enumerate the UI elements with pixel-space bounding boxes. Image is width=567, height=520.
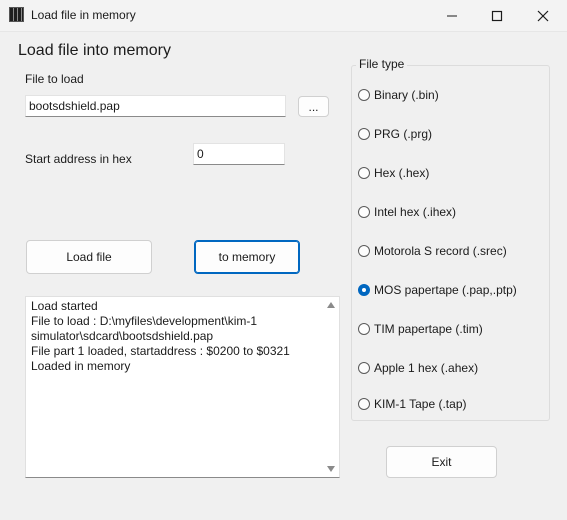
radio-button[interactable] [358,89,370,101]
window-title: Load file in memory [31,8,136,22]
exit-button-label: Exit [431,455,452,469]
radio-button[interactable] [358,206,370,218]
file-type-label: File type [356,57,408,71]
maximize-button[interactable] [474,0,520,31]
minimize-icon [447,15,457,16]
radio-button[interactable] [358,362,370,374]
log-line: File to load : D:\myfiles\development\ki… [31,314,258,328]
start-address-label: Start address in hex [25,152,132,166]
file-path-input[interactable] [25,95,286,117]
scroll-down-icon[interactable] [327,466,335,472]
load-file-button-label: Load file [66,250,112,264]
radio-option-apple1-hex[interactable]: Apple 1 hex (.ahex) [358,359,478,377]
radio-option-motorola-srec[interactable]: Motorola S record (.srec) [358,242,507,260]
exit-button[interactable]: Exit [386,446,497,478]
start-address-input[interactable] [193,143,285,165]
close-icon [537,10,549,21]
radio-label: MOS papertape (.pap,.ptp) [374,283,517,297]
radio-button-selected[interactable] [358,284,370,296]
radio-option-hex[interactable]: Hex (.hex) [358,164,429,182]
close-button[interactable] [520,0,566,31]
radio-option-tim-papertape[interactable]: TIM papertape (.tim) [358,320,483,338]
radio-label: Hex (.hex) [374,166,430,180]
log-line: simulator\sdcard\bootsdshield.pap [31,329,214,343]
browse-button[interactable]: ... [298,96,329,117]
radio-label: KIM-1 Tape (.tap) [374,397,467,411]
radio-label: PRG (.prg) [374,127,433,141]
log-line: Load started [31,299,98,313]
log-lines: Load started File to load : D:\myfiles\d… [31,299,321,374]
radio-button[interactable] [358,128,370,140]
radio-button[interactable] [358,398,370,410]
radio-option-intel-hex[interactable]: Intel hex (.ihex) [358,203,456,221]
radio-option-kim1-tape[interactable]: KIM-1 Tape (.tap) [358,395,466,413]
file-to-load-label: File to load [25,72,84,86]
radio-label: TIM papertape (.tim) [374,322,483,336]
maximize-icon [491,10,503,21]
app-icon [9,7,24,22]
to-memory-button[interactable]: to memory [194,240,300,274]
log-line: Loaded in memory [31,359,131,373]
radio-option-mos-papertape[interactable]: MOS papertape (.pap,.ptp) [358,281,517,299]
radio-option-binary[interactable]: Binary (.bin) [358,86,439,104]
browse-button-label: ... [308,99,319,114]
log-scrollbar[interactable] [323,297,339,477]
title-bar: Load file in memory [0,0,567,32]
minimize-button[interactable] [429,0,475,31]
log-line: File part 1 loaded, startaddress : $0200… [31,344,290,358]
radio-label: Intel hex (.ihex) [374,205,457,219]
load-file-button[interactable]: Load file [26,240,152,274]
radio-button[interactable] [358,167,370,179]
log-output[interactable]: Load started File to load : D:\myfiles\d… [25,296,340,478]
radio-label: Motorola S record (.srec) [374,244,507,258]
radio-label: Apple 1 hex (.ahex) [374,361,479,375]
radio-label: Binary (.bin) [374,88,439,102]
to-memory-button-label: to memory [218,250,276,264]
radio-button[interactable] [358,323,370,335]
radio-button[interactable] [358,245,370,257]
radio-option-prg[interactable]: PRG (.prg) [358,125,432,143]
scroll-up-icon[interactable] [327,302,335,308]
page-title: Load file into memory [18,42,171,59]
